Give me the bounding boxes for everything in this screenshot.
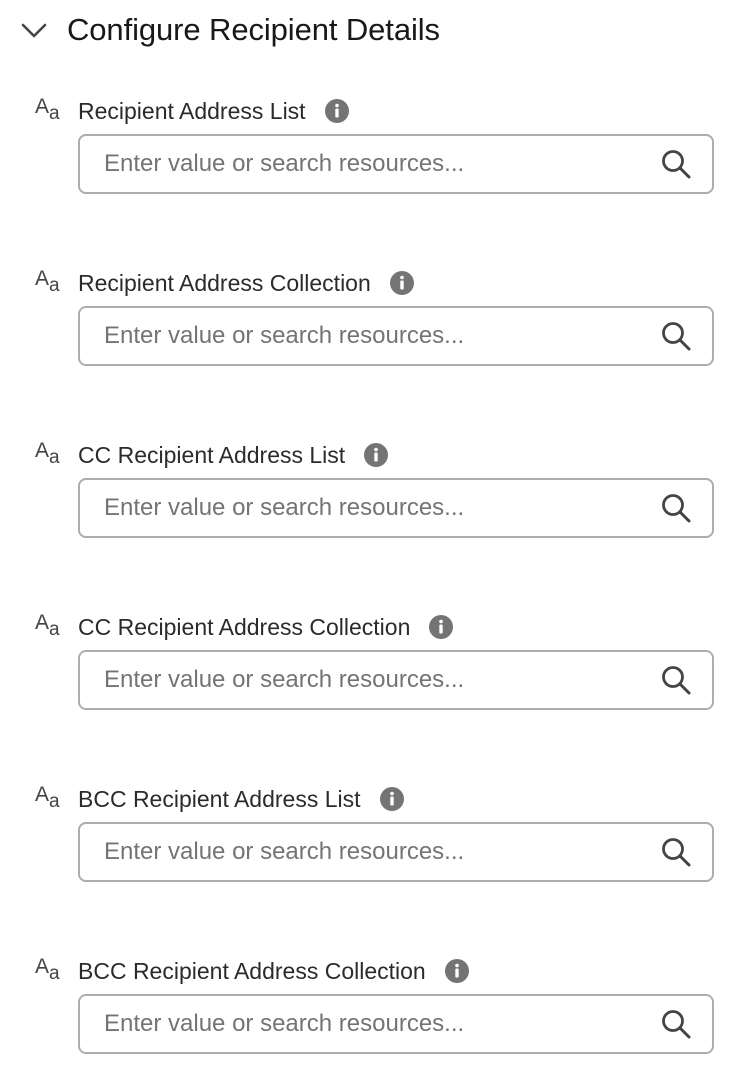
cc-recipient-address-list-input[interactable] — [80, 480, 656, 536]
recipient-address-list-input-box[interactable] — [78, 134, 714, 194]
info-icon[interactable] — [379, 786, 405, 812]
chevron-down-icon[interactable] — [20, 16, 48, 44]
search-icon[interactable] — [656, 1004, 696, 1044]
cc-recipient-address-collection-input[interactable] — [80, 652, 656, 708]
search-icon[interactable] — [656, 660, 696, 700]
section-title: Configure Recipient Details — [67, 12, 440, 47]
recipient-address-list-input[interactable] — [80, 136, 656, 192]
cc-recipient-address-list-input-box[interactable] — [78, 478, 714, 538]
bcc-recipient-address-collection-input[interactable] — [80, 996, 656, 1052]
field-label: CC Recipient Address List — [78, 441, 346, 468]
text-type-icon: A a — [35, 439, 60, 468]
section-header[interactable]: Configure Recipient Details — [20, 8, 440, 52]
field-label: BCC Recipient Address Collection — [78, 957, 426, 984]
text-type-icon: A a — [35, 95, 60, 124]
search-icon[interactable] — [656, 144, 696, 184]
text-type-icon: A a — [35, 955, 60, 984]
field-label: BCC Recipient Address List — [78, 785, 361, 812]
cc-recipient-address-list-field: A a CC Recipient Address List — [0, 440, 754, 560]
bcc-recipient-address-list-input[interactable] — [80, 824, 656, 880]
recipient-address-collection-input[interactable] — [80, 308, 656, 364]
info-icon[interactable] — [428, 614, 454, 640]
info-icon[interactable] — [389, 270, 415, 296]
info-icon[interactable] — [363, 442, 389, 468]
field-label: Recipient Address Collection — [78, 269, 371, 296]
cc-recipient-address-collection-input-box[interactable] — [78, 650, 714, 710]
text-type-icon: A a — [35, 783, 60, 812]
bcc-recipient-address-collection-field: A a BCC Recipient Address Collection — [0, 956, 754, 1076]
text-type-icon: A a — [35, 267, 60, 296]
field-label: Recipient Address List — [78, 97, 306, 124]
search-icon[interactable] — [656, 316, 696, 356]
bcc-recipient-address-list-field: A a BCC Recipient Address List — [0, 784, 754, 904]
bcc-recipient-address-list-input-box[interactable] — [78, 822, 714, 882]
recipient-address-collection-field: A a Recipient Address Collection — [0, 268, 754, 388]
bcc-recipient-address-collection-input-box[interactable] — [78, 994, 714, 1054]
text-type-icon: A a — [35, 611, 60, 640]
search-icon[interactable] — [656, 832, 696, 872]
recipient-address-list-field: A a Recipient Address List — [0, 96, 754, 216]
recipient-address-collection-input-box[interactable] — [78, 306, 714, 366]
cc-recipient-address-collection-field: A a CC Recipient Address Collection — [0, 612, 754, 732]
search-icon[interactable] — [656, 488, 696, 528]
field-label: CC Recipient Address Collection — [78, 613, 411, 640]
info-icon[interactable] — [324, 98, 350, 124]
info-icon[interactable] — [444, 958, 470, 984]
